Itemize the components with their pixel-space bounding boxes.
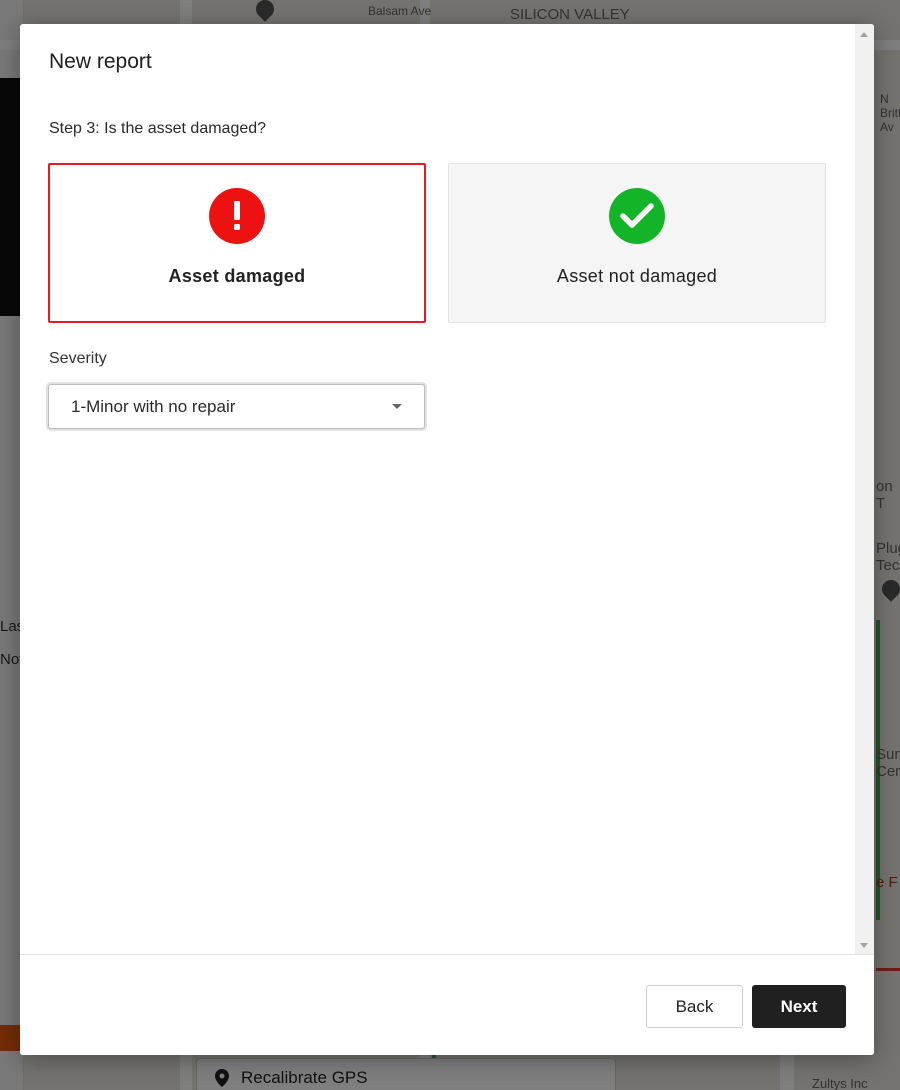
dialog-footer: Back Next <box>20 954 874 1055</box>
next-button[interactable]: Next <box>752 985 846 1028</box>
dialog-title: New report <box>49 50 152 73</box>
scroll-up-icon[interactable] <box>860 32 868 37</box>
asset-damaged-label: Asset damaged <box>168 266 306 286</box>
severity-value: 1-Minor with no repair <box>71 396 236 416</box>
dialog-scrollbar[interactable] <box>855 24 874 954</box>
exclamation-icon <box>209 188 265 244</box>
new-report-dialog: New report Step 3: Is the asset damaged?… <box>20 24 874 1055</box>
checkmark-icon <box>609 188 665 244</box>
dropdown-arrow-icon <box>392 404 402 409</box>
severity-select[interactable]: 1-Minor with no repair <box>48 384 425 429</box>
back-button[interactable]: Back <box>646 985 743 1028</box>
asset-damaged-option[interactable]: Asset damaged <box>48 163 426 323</box>
asset-not-damaged-label: Asset not damaged <box>556 266 718 286</box>
dialog-content: New report Step 3: Is the asset damaged?… <box>20 24 855 954</box>
asset-not-damaged-option[interactable]: Asset not damaged <box>448 163 826 323</box>
scroll-down-icon[interactable] <box>860 943 868 948</box>
severity-label: Severity <box>49 350 107 367</box>
step-label: Step 3: Is the asset damaged? <box>49 120 267 137</box>
